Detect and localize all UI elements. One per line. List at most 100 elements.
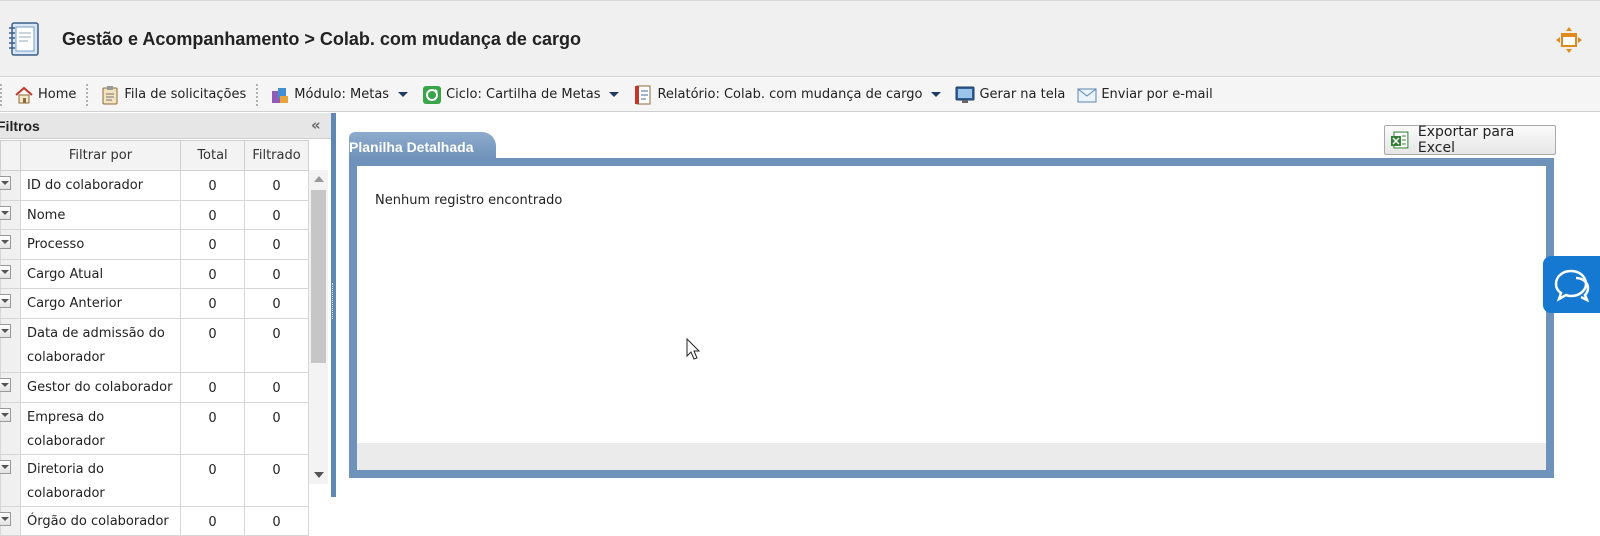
filter-filtered: 0 (244, 229, 309, 260)
row-dropdown-button[interactable] (0, 265, 11, 279)
toolbar-separator (256, 83, 260, 106)
queue-label: Fila de solicitações (124, 87, 247, 102)
filters-title: Filtros (0, 118, 40, 134)
excel-icon (1390, 131, 1409, 149)
module-label: Módulo: Metas (294, 87, 390, 102)
filter-filtered: 0 (244, 259, 309, 289)
home-button[interactable]: Home (10, 81, 80, 109)
row-dropdown-button[interactable] (0, 460, 11, 474)
envelope-icon (1077, 88, 1097, 102)
filter-filtered: 0 (244, 318, 309, 373)
header-total[interactable]: Total (180, 140, 245, 171)
monitor-icon (955, 86, 975, 103)
header-filtered[interactable]: Filtrado (244, 140, 309, 171)
filter-name: Diretoria do colaborador (20, 454, 181, 507)
queue-button[interactable]: Fila de solicitações (96, 81, 250, 109)
panel-splitter[interactable] (331, 113, 336, 497)
filter-filtered: 0 (244, 288, 309, 319)
filter-name: Cargo Anterior (20, 288, 181, 319)
filter-total: 0 (180, 200, 245, 230)
filter-total: 0 (180, 372, 245, 403)
toolbar-separator (86, 83, 90, 106)
filters-scrollbar[interactable] (309, 170, 328, 484)
filter-name: ID do colaborador (20, 170, 181, 201)
chevron-down-icon (609, 92, 620, 97)
chevron-down-icon (931, 92, 942, 97)
filter-filtered: 0 (244, 454, 309, 507)
scroll-down-icon[interactable] (314, 472, 324, 478)
filter-filtered: 0 (244, 372, 309, 403)
filter-total: 0 (180, 506, 245, 536)
title-bar: Gestão e Acompanhamento > Colab. com mud… (0, 0, 1600, 77)
export-excel-label: Exportar para Excel (1417, 124, 1515, 156)
email-button[interactable]: Enviar por e-mail (1073, 81, 1216, 109)
row-dropdown-button[interactable] (0, 378, 11, 392)
expand-icon[interactable] (1555, 26, 1583, 54)
notebook-icon (9, 22, 39, 56)
filters-panel: Filtros « Filtrar por Total Filtrado ID … (0, 113, 334, 536)
tab-planilha-detalhada[interactable]: Planilha Detalhada (349, 132, 496, 160)
table-row: Órgão do colaborador 0 0 (0, 506, 309, 536)
report-footer (357, 443, 1546, 470)
chevron-down-icon (398, 92, 409, 97)
row-dropdown-button[interactable] (0, 294, 11, 308)
chat-button[interactable] (1543, 256, 1600, 313)
scroll-up-icon[interactable] (314, 176, 324, 182)
filter-filtered: 0 (244, 402, 309, 455)
toolbar-separator (0, 83, 4, 106)
filter-total: 0 (180, 229, 245, 260)
filter-name: Data de admissão do colaborador (20, 318, 181, 373)
scrollbar-thumb[interactable] (311, 190, 326, 363)
row-dropdown-button[interactable] (0, 176, 11, 190)
table-header-row: Filtrar por Total Filtrado (0, 140, 309, 171)
home-icon (15, 86, 33, 103)
generate-label: Gerar na tela (979, 87, 1066, 102)
report-dropdown[interactable]: Relatório: Colab. com mudança de cargo (629, 81, 951, 109)
email-label: Enviar por e-mail (1101, 87, 1213, 102)
row-dropdown-button[interactable] (0, 408, 11, 422)
row-dropdown-button[interactable] (0, 324, 11, 338)
filter-filtered: 0 (244, 200, 309, 230)
filter-name: Gestor do colaborador (20, 372, 181, 403)
table-row: Cargo Atual 0 0 (0, 259, 309, 289)
mouse-cursor-icon (686, 338, 701, 360)
home-label: Home (38, 87, 77, 102)
table-row: Processo 0 0 (0, 229, 309, 260)
main-panel: Planilha Detalhada Exportar para Excel N… (337, 113, 1600, 497)
cycle-label: Ciclo: Cartilha de Metas (446, 87, 601, 102)
report-icon (635, 85, 651, 104)
table-row: ID do colaborador 0 0 (0, 170, 309, 201)
filter-total: 0 (180, 402, 245, 455)
table-row: Empresa do colaborador 0 0 (0, 402, 309, 455)
table-row: Nome 0 0 (0, 200, 309, 230)
filters-header: Filtros « (0, 113, 334, 139)
row-dropdown-button[interactable] (0, 206, 11, 220)
export-excel-button[interactable]: Exportar para Excel (1384, 124, 1556, 156)
splitter-grip[interactable] (332, 283, 335, 319)
filter-total: 0 (180, 318, 245, 373)
collapse-panel-button[interactable]: « (311, 116, 321, 134)
chat-icon (1554, 269, 1590, 302)
filter-total: 0 (180, 259, 245, 289)
toolbar: Home Fila de solicitações Módulo: Metas … (0, 78, 1600, 112)
cycle-dropdown[interactable]: Ciclo: Cartilha de Metas (418, 81, 629, 109)
report-label: Relatório: Colab. com mudança de cargo (657, 87, 923, 102)
filter-total: 0 (180, 288, 245, 319)
table-row: Diretoria do colaborador 0 0 (0, 454, 309, 507)
module-icon (272, 87, 289, 103)
table-row: Gestor do colaborador 0 0 (0, 372, 309, 403)
empty-message: Nenhum registro encontrado (375, 193, 563, 208)
filter-name: Órgão do colaborador (20, 506, 181, 536)
row-dropdown-button[interactable] (0, 512, 11, 526)
row-dropdown-button[interactable] (0, 235, 11, 249)
header-filter-by[interactable]: Filtrar por (20, 140, 181, 171)
module-dropdown[interactable]: Módulo: Metas (266, 81, 418, 109)
generate-button[interactable]: Gerar na tela (951, 81, 1069, 109)
cycle-icon (423, 85, 442, 104)
filter-total: 0 (180, 454, 245, 507)
filter-name: Empresa do colaborador (20, 402, 181, 455)
filter-name: Cargo Atual (20, 259, 181, 289)
filter-filtered: 0 (244, 170, 309, 201)
filters-table: Filtrar por Total Filtrado ID do colabor… (0, 140, 309, 536)
report-content: Nenhum registro encontrado (349, 158, 1554, 478)
